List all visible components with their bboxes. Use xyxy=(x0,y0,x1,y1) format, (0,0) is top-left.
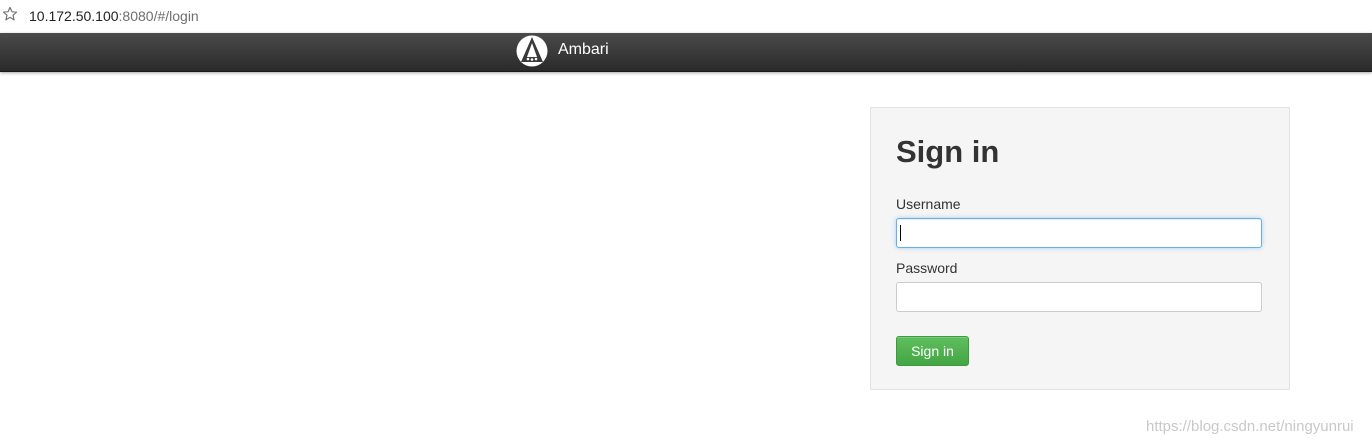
sign-in-button[interactable]: Sign in xyxy=(896,336,969,366)
browser-address-bar: 10.172.50.100:8080/#/login xyxy=(0,0,1372,33)
username-input[interactable] xyxy=(896,218,1262,248)
url-host: 10.172.50.100 xyxy=(29,8,119,24)
top-navbar: Ambari xyxy=(0,33,1372,72)
brand-name[interactable]: Ambari xyxy=(558,40,609,60)
password-input[interactable] xyxy=(896,282,1262,312)
watermark: https://blog.csdn.net/ningyunrui xyxy=(1146,418,1354,435)
login-panel: Sign in Username Password Sign in xyxy=(870,107,1290,390)
login-title: Sign in xyxy=(896,134,1000,169)
url-path: :8080/#/login xyxy=(118,8,199,24)
page: 10.172.50.100:8080/#/login Ambari Sign i… xyxy=(0,0,1372,445)
username-label: Username xyxy=(896,196,961,212)
password-label: Password xyxy=(896,260,958,276)
url-text[interactable]: 10.172.50.100:8080/#/login xyxy=(29,7,199,25)
star-icon[interactable] xyxy=(1,5,19,23)
ambari-logo-icon[interactable] xyxy=(516,35,548,67)
text-cursor xyxy=(900,225,901,241)
